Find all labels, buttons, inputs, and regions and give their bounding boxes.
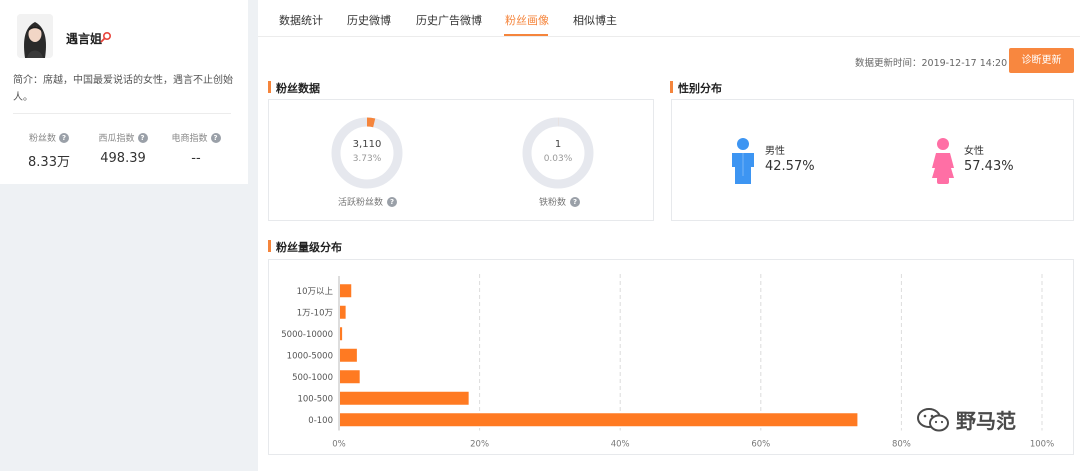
x-tick-label: 100% xyxy=(1030,440,1054,450)
bar[interactable] xyxy=(340,305,346,319)
active-fans-number: 3,110 xyxy=(352,139,382,150)
watermark-text: 野马范 xyxy=(956,409,1016,433)
female-icon xyxy=(932,138,954,184)
search-profile-icon[interactable] xyxy=(100,31,112,43)
male-label: 男性 xyxy=(765,146,785,157)
profile-bio: 简介：席越，中国最爱说话的女性，遇言不止创始人。 xyxy=(13,75,233,103)
stat-value: -- xyxy=(191,151,201,166)
iron-fans-donut xyxy=(521,116,595,190)
username: 遇言姐 xyxy=(66,32,103,46)
stat-fans: 粉丝数? 8.33万 xyxy=(12,131,86,170)
tab-history-weibo[interactable]: 历史微博 xyxy=(347,12,391,28)
divider xyxy=(13,113,231,114)
x-tick-label: 60% xyxy=(751,440,770,450)
help-icon[interactable]: ? xyxy=(570,196,581,207)
watermark: 野马范 xyxy=(916,405,1016,434)
iron-fans-label: 铁粉数? xyxy=(539,195,581,208)
main-content: 数据统计 历史微博 历史广告微博 粉丝画像 相似博主 数据更新时间：2019-1… xyxy=(258,0,1080,471)
male-icon xyxy=(732,138,754,184)
bar[interactable] xyxy=(340,348,357,362)
profile-card: 遇言姐 简介：席越，中国最爱说话的女性，遇言不止创始人。 粉丝数? 8.33万 … xyxy=(0,0,248,184)
bar[interactable] xyxy=(340,284,352,298)
help-icon[interactable]: ? xyxy=(387,196,398,207)
x-tick-label: 0% xyxy=(332,440,346,450)
stat-ecommerce-index: 电商指数? -- xyxy=(159,131,233,166)
tab-bar: 数据统计 历史微博 历史广告微博 粉丝画像 相似博主 xyxy=(258,0,1080,37)
stat-xigua-index: 西瓜指数? 498.39 xyxy=(86,131,160,166)
x-tick-label: 20% xyxy=(470,440,489,450)
stat-label: 电商指数 xyxy=(171,134,208,144)
y-tick-label: 10万以上 xyxy=(297,287,334,297)
tab-history-ad-weibo[interactable]: 历史广告微博 xyxy=(416,12,482,28)
stat-value: 498.39 xyxy=(100,151,146,166)
tab-fan-portrait[interactable]: 粉丝画像 xyxy=(505,12,549,28)
female-percent: 57.43% xyxy=(964,159,1014,174)
section-title-fans-data: 粉丝数据 xyxy=(268,80,320,96)
male-percent: 42.57% xyxy=(765,159,815,174)
fans-data-panel: 3,110 3.73% 活跃粉丝数? 1 0.03% 铁粉数? xyxy=(268,99,654,221)
y-tick-label: 5000-10000 xyxy=(281,330,333,340)
iron-fans-label-text: 铁粉数 xyxy=(539,198,567,208)
section-title-gender: 性别分布 xyxy=(670,80,722,96)
iron-fans-percent: 0.03% xyxy=(543,154,573,164)
stat-label: 粉丝数 xyxy=(28,134,56,144)
active-fans-label-text: 活跃粉丝数 xyxy=(338,198,384,208)
wechat-icon xyxy=(917,407,949,431)
iron-fans-number: 1 xyxy=(554,139,562,150)
bar[interactable] xyxy=(340,327,343,341)
help-icon[interactable]: ? xyxy=(210,132,221,143)
bar[interactable] xyxy=(340,391,469,405)
y-tick-label: 500-1000 xyxy=(292,373,333,383)
update-button[interactable]: 诊断更新 xyxy=(1009,48,1074,73)
x-tick-label: 40% xyxy=(611,440,630,450)
bar[interactable] xyxy=(340,413,858,427)
avatar[interactable] xyxy=(17,14,53,58)
update-time: 数据更新时间：2019-12-17 14:20 xyxy=(855,58,1008,69)
bar[interactable] xyxy=(340,370,360,384)
x-tick-label: 80% xyxy=(892,440,911,450)
stat-value: 8.33万 xyxy=(28,155,70,170)
female-label: 女性 xyxy=(964,146,984,157)
y-tick-label: 1万-10万 xyxy=(297,308,333,318)
y-tick-label: 0-100 xyxy=(308,416,333,426)
help-icon[interactable]: ? xyxy=(59,132,69,143)
help-icon[interactable]: ? xyxy=(137,132,148,143)
y-tick-label: 100-500 xyxy=(297,394,333,404)
stat-label: 西瓜指数 xyxy=(98,134,135,144)
active-tab-indicator xyxy=(504,34,548,36)
tab-similar-bloggers[interactable]: 相似博主 xyxy=(573,12,617,28)
gender-panel: 男性 42.57% 女性 57.43% xyxy=(671,99,1074,221)
active-fans-percent: 3.73% xyxy=(352,154,382,164)
active-fans-donut xyxy=(330,116,404,190)
y-tick-label: 1000-5000 xyxy=(287,351,333,361)
section-title-distribution: 粉丝量级分布 xyxy=(268,239,342,255)
tab-data-stats[interactable]: 数据统计 xyxy=(279,12,323,28)
active-fans-label: 活跃粉丝数? xyxy=(338,195,398,208)
